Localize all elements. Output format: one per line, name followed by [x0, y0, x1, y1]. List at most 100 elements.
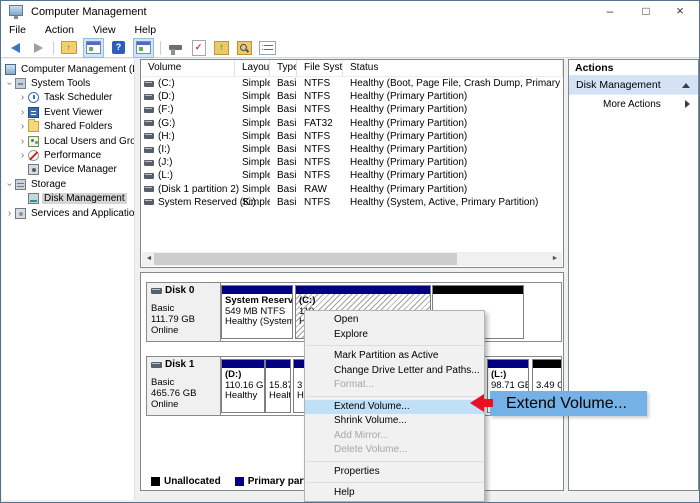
volume-type: Basic	[277, 183, 297, 195]
table-row[interactable]: (J:) Simple Basic NTFS Healthy (Primary …	[141, 156, 563, 169]
menu-file[interactable]: File	[1, 23, 34, 36]
table-row[interactable]: (D:) Simple Basic NTFS Healthy (Primary …	[141, 90, 563, 103]
volume-name: (J:)	[158, 157, 173, 169]
chevron-expanded-icon[interactable]: ›	[4, 78, 15, 89]
menu-view[interactable]: View	[85, 23, 124, 36]
partition-title: (L:)	[491, 369, 507, 380]
search-folder-icon[interactable]	[236, 40, 253, 56]
chevron-collapsed-icon[interactable]: ›	[17, 121, 28, 132]
sidebar-item-computer-management[interactable]: Computer Management (Local	[2, 62, 134, 76]
export-list-icon[interactable]: ↑	[213, 40, 230, 56]
horizontal-scrollbar[interactable]: ◄ ►	[142, 252, 562, 266]
console-tool-icon[interactable]	[167, 40, 184, 56]
context-menu-item-shrink-volume[interactable]: Shrink Volume...	[305, 414, 484, 429]
table-row[interactable]: (G:) Simple Basic FAT32 Healthy (Primary…	[141, 117, 563, 130]
unallocated-color-swatch	[151, 477, 160, 486]
context-menu-item-properties[interactable]: Properties	[305, 465, 484, 480]
table-row[interactable]: (L:) Simple Basic NTFS Healthy (Primary …	[141, 169, 563, 182]
sidebar-item-system-tools[interactable]: › System Tools	[2, 76, 134, 90]
sidebar-item-event-viewer[interactable]: › Event Viewer	[2, 105, 134, 119]
context-menu-item-change-drive-letter[interactable]: Change Drive Letter and Paths...	[305, 364, 484, 379]
properties-panel-icon[interactable]	[259, 40, 276, 56]
menu-action[interactable]: Action	[37, 23, 82, 36]
column-header-volume[interactable]: Volume	[141, 60, 235, 76]
table-row[interactable]: (C:) Simple Basic NTFS Healthy (Boot, Pa…	[141, 77, 563, 90]
column-header-layout[interactable]: Layout	[235, 60, 270, 76]
app-icon	[9, 5, 23, 19]
sidebar-item-task-scheduler[interactable]: › Task Scheduler	[2, 91, 134, 105]
show-action-pane-icon[interactable]	[133, 37, 154, 58]
context-menu-item-format: Format...	[334, 379, 375, 390]
volume-status: Healthy (Boot, Page File, Crash Dump, Pr…	[350, 78, 563, 90]
volume-name: (G:)	[158, 117, 176, 129]
volume-type: Basic	[277, 157, 297, 169]
partition-system-reserved[interactable]: System Reserve 549 MB NTFS Healthy (Syst…	[221, 285, 293, 339]
volume-layout: Simple	[242, 117, 270, 129]
sidebar-item-storage[interactable]: › Storage	[2, 177, 134, 191]
context-menu-item-help[interactable]: Help	[305, 486, 484, 501]
up-folder-icon[interactable]: ↑	[60, 40, 77, 56]
volume-fs: NTFS	[304, 78, 331, 90]
volume-status: Healthy (Primary Partition)	[350, 157, 468, 169]
actions-group-disk-management[interactable]: Disk Management	[569, 76, 698, 95]
volume-status: Healthy (System, Active, Primary Partiti…	[350, 196, 539, 208]
context-menu-item-add-mirror: Add Mirror...	[334, 429, 389, 441]
more-actions-item[interactable]: More Actions	[569, 95, 698, 113]
column-header-type[interactable]: Type	[270, 60, 297, 76]
back-icon[interactable]	[7, 40, 24, 56]
volume-layout: Simple	[242, 157, 270, 169]
context-menu-item-extend-volume[interactable]: Extend Volume...	[305, 399, 484, 414]
sidebar-item-device-manager[interactable]: › Device Manager	[2, 163, 134, 177]
sidebar-item-label: System Tools	[31, 78, 91, 90]
sidebar-item-performance[interactable]: › Performance	[2, 148, 134, 162]
volume-layout: Simple	[242, 144, 270, 156]
volume-status: Healthy (Primary Partition)	[350, 91, 468, 103]
disk-name: Disk 1	[165, 359, 195, 370]
volume-layout: Simple	[242, 91, 270, 103]
scroll-right-icon[interactable]: ►	[548, 252, 562, 266]
column-header-status[interactable]: Status	[343, 60, 563, 76]
help-icon[interactable]: ?	[110, 40, 127, 56]
maximize-button[interactable]: □	[629, 1, 663, 23]
partition-15gb[interactable]: 15.87 ( Health	[265, 359, 291, 413]
table-row[interactable]: (H:) Simple Basic NTFS Healthy (Primary …	[141, 130, 563, 143]
more-actions-label: More Actions	[603, 98, 661, 110]
menu-help[interactable]: Help	[126, 23, 164, 36]
sidebar-item-label: Device Manager	[44, 164, 117, 176]
close-button[interactable]: ×	[663, 1, 697, 23]
task-scheduler-icon	[28, 92, 39, 104]
table-row[interactable]: (F:) Simple Basic NTFS Healthy (Primary …	[141, 103, 563, 116]
volume-status: Healthy (Primary Partition)	[350, 144, 468, 156]
chevron-collapsed-icon[interactable]: ›	[17, 136, 28, 147]
chevron-expanded-icon[interactable]: ›	[4, 179, 15, 190]
table-row[interactable]: (Disk 1 partition 2) Simple Basic RAW He…	[141, 183, 563, 196]
event-viewer-icon	[28, 106, 39, 118]
disk-0-label[interactable]: Disk 0 Basic 111.79 GB Online	[147, 283, 221, 341]
table-row[interactable]: System Reserved (K:) Simple Basic NTFS H…	[141, 196, 563, 209]
minimize-button[interactable]: –	[593, 1, 627, 23]
chevron-collapsed-icon[interactable]: ›	[4, 208, 15, 219]
volume-fs: NTFS	[304, 157, 331, 169]
volume-type: Basic	[277, 91, 297, 103]
volume-fs: NTFS	[304, 104, 331, 116]
chevron-collapsed-icon[interactable]: ›	[17, 92, 28, 103]
disk-1-label[interactable]: Disk 1 Basic 465.76 GB Online	[147, 357, 221, 415]
sidebar-item-local-users-and-groups[interactable]: › Local Users and Groups	[2, 134, 134, 148]
show-console-tree-icon[interactable]	[83, 37, 104, 58]
sidebar-item-shared-folders[interactable]: › Shared Folders	[2, 119, 134, 134]
context-menu-item-explore[interactable]: Explore	[305, 328, 484, 343]
context-menu-item-open[interactable]: Open	[305, 313, 484, 328]
volume-status: Healthy (Primary Partition)	[350, 170, 468, 182]
column-header-file-system[interactable]: File System	[297, 60, 343, 76]
chevron-collapsed-icon[interactable]: ›	[17, 107, 28, 118]
partition-d-drive[interactable]: (D:) 110.16 G Healthy	[221, 359, 265, 413]
sidebar-item-services-and-applications[interactable]: › Services and Applications	[2, 206, 134, 220]
collapse-icon[interactable]	[682, 82, 690, 88]
forward-icon[interactable]	[30, 40, 47, 56]
scrollbar-thumb[interactable]	[154, 253, 457, 265]
table-row[interactable]: (I:) Simple Basic NTFS Healthy (Primary …	[141, 143, 563, 156]
sidebar-item-disk-management[interactable]: › Disk Management	[2, 192, 134, 206]
context-menu-item-mark-partition-active[interactable]: Mark Partition as Active	[305, 349, 484, 364]
checkmark-document-icon[interactable]: ✓	[190, 39, 207, 56]
chevron-collapsed-icon[interactable]: ›	[17, 150, 28, 161]
